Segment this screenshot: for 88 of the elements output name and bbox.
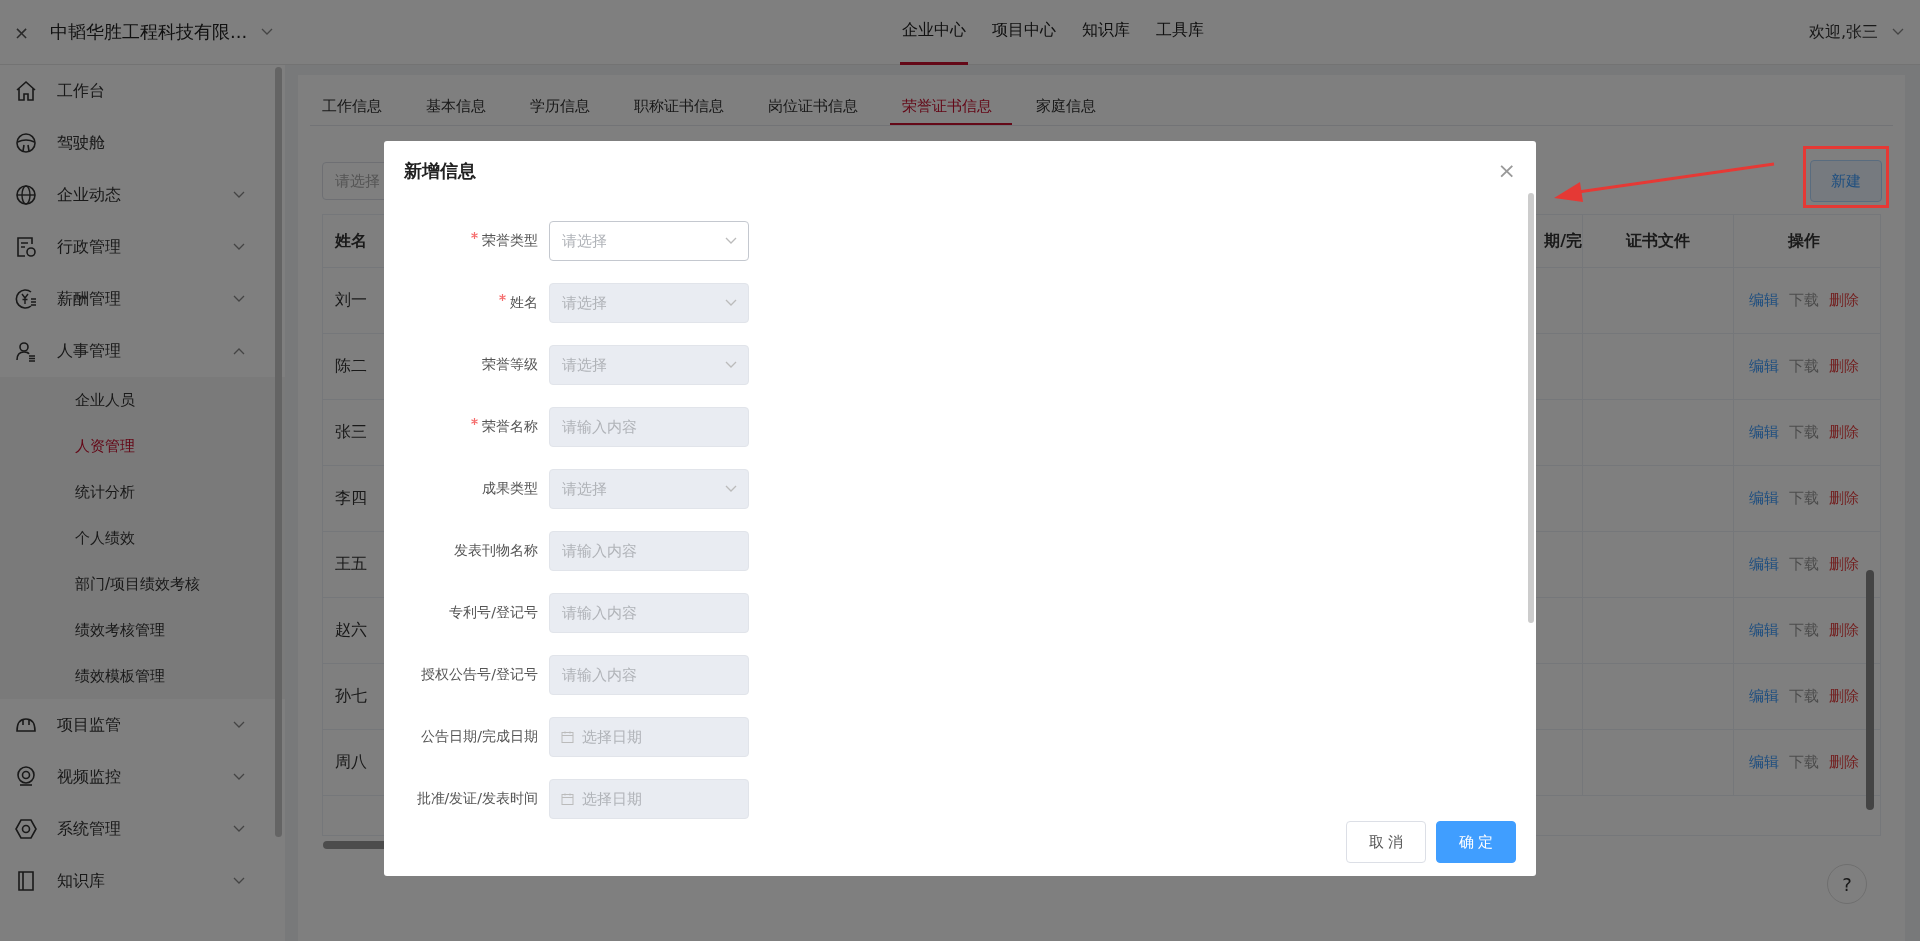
home-icon: [14, 79, 38, 103]
delete-link[interactable]: 删除: [1829, 291, 1859, 310]
chevron-down-icon: [725, 237, 737, 245]
field-label: 荣誉类型: [482, 232, 538, 248]
table-cell: 赵六: [335, 620, 367, 641]
field-label: 专利号/登记号: [449, 604, 538, 620]
required-asterisk-icon: [471, 418, 478, 425]
field-label: 姓名: [510, 294, 538, 310]
column-header: 期/完: [1544, 230, 1582, 252]
delete-link[interactable]: 删除: [1829, 621, 1859, 640]
cancel-button[interactable]: 取 消: [1346, 821, 1426, 863]
nav-tab[interactable]: 工具库: [1154, 0, 1206, 65]
chevron-down-icon: [233, 825, 245, 833]
table-cell: 李四: [335, 488, 367, 509]
user-greeting[interactable]: 欢迎,张三: [1808, 21, 1878, 43]
chevron-down-icon: [233, 295, 245, 303]
delete-link[interactable]: 删除: [1829, 753, 1859, 772]
select-field[interactable]: 请选择: [549, 221, 749, 261]
person-list-icon: [14, 339, 38, 363]
delete-link[interactable]: 删除: [1829, 423, 1859, 442]
delete-link[interactable]: 删除: [1829, 489, 1859, 508]
scrollbar[interactable]: [1866, 570, 1874, 810]
edit-link[interactable]: 编辑: [1749, 687, 1779, 706]
tab[interactable]: 岗位证书信息: [756, 89, 878, 125]
edit-link[interactable]: 编辑: [1749, 621, 1779, 640]
chevron-down-icon: [1892, 28, 1904, 36]
table-cell: 刘一: [335, 290, 367, 311]
scrollbar[interactable]: [1528, 193, 1534, 623]
required-asterisk-icon: [471, 232, 478, 239]
table-cell: 孙七: [335, 686, 367, 707]
column-header: 操作: [1733, 215, 1874, 267]
column-header: 姓名: [335, 230, 367, 252]
chevron-up-icon: [233, 347, 245, 355]
hexagon-icon: [14, 817, 38, 841]
chevron-down-icon: [233, 773, 245, 781]
field-label: 成果类型: [482, 480, 538, 496]
chevron-down-icon: [725, 485, 737, 493]
edit-link[interactable]: 编辑: [1749, 489, 1779, 508]
confirm-button[interactable]: 确 定: [1436, 821, 1516, 863]
field-label: 荣誉名称: [482, 418, 538, 434]
chevron-down-icon: [233, 191, 245, 199]
steering-wheel-icon: [14, 131, 38, 155]
calendar-icon: [561, 792, 574, 806]
table-cell: 陈二: [335, 356, 367, 377]
column-header: 证书文件: [1582, 215, 1733, 267]
nav-tab[interactable]: 知识库: [1080, 0, 1132, 65]
edit-link[interactable]: 编辑: [1749, 357, 1779, 376]
edit-link[interactable]: 编辑: [1749, 291, 1779, 310]
chevron-down-icon: [233, 721, 245, 729]
delete-link[interactable]: 删除: [1829, 555, 1859, 574]
tab[interactable]: 学历信息: [518, 89, 610, 125]
delete-link[interactable]: 删除: [1829, 357, 1859, 376]
nav-tab[interactable]: 企业中心: [900, 0, 968, 65]
tab[interactable]: 基本信息: [414, 89, 506, 125]
sidebar-item[interactable]: 知识库: [0, 855, 285, 907]
tab[interactable]: 荣誉证书信息: [890, 89, 1012, 125]
edit-link[interactable]: 编辑: [1749, 555, 1779, 574]
camera-icon: [14, 765, 38, 789]
required-asterisk-icon: [499, 294, 506, 301]
field-label: 荣誉等级: [482, 356, 538, 372]
tab[interactable]: 工作信息: [310, 89, 402, 125]
close-icon[interactable]: ×: [14, 21, 34, 43]
nav-tab[interactable]: 项目中心: [990, 0, 1058, 65]
tab[interactable]: 职称证书信息: [622, 89, 744, 125]
edit-link[interactable]: 编辑: [1749, 753, 1779, 772]
dialog-title: 新增信息: [404, 159, 476, 183]
chevron-down-icon: [233, 243, 245, 251]
table-cell: 张三: [335, 422, 367, 443]
table-cell: 周八: [335, 752, 367, 773]
field-label: 发表刊物名称: [454, 542, 538, 558]
chevron-down-icon: [233, 877, 245, 885]
edit-link[interactable]: 编辑: [1749, 423, 1779, 442]
globe-icon: [14, 183, 38, 207]
company-name[interactable]: 中韬华胜工程科技有限...: [50, 20, 248, 44]
yen-coin-icon: [14, 287, 38, 311]
chevron-down-icon: [725, 361, 737, 369]
scrollbar[interactable]: [275, 67, 282, 837]
table-cell: 王五: [335, 554, 367, 575]
tab[interactable]: 家庭信息: [1024, 89, 1116, 125]
document-gear-icon: [14, 235, 38, 259]
field-label: 授权公告号/登记号: [421, 666, 538, 682]
close-button[interactable]: ×: [1497, 160, 1516, 182]
chevron-down-icon: [725, 299, 737, 307]
calendar-icon: [561, 730, 574, 744]
field-label: 批准/发证/发表时间: [416, 790, 538, 806]
field-label: 公告日期/完成日期: [421, 728, 538, 744]
delete-link[interactable]: 删除: [1829, 687, 1859, 706]
chevron-down-icon: [261, 28, 274, 36]
